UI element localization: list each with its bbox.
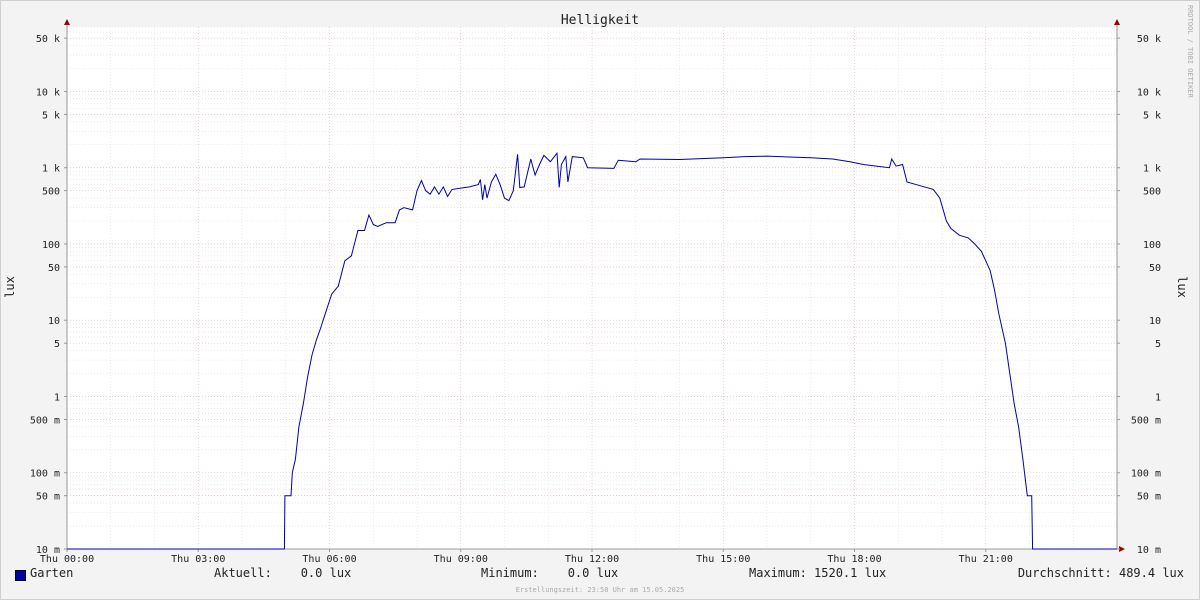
x-tick-label: Thu 03:00 [171, 554, 225, 565]
y-tick-label-right: 5 [1155, 339, 1161, 350]
legend-durchschnitt: Durchschnitt: 489.4 lux [1017, 566, 1184, 580]
y-tick-label: 10 k [36, 87, 60, 98]
y-tick-label: 50 k [36, 34, 60, 45]
y-tick-label: 1 k [42, 164, 60, 175]
y-tick-label-right: 10 k [1137, 87, 1161, 98]
y-tick-label-right: 10 m [1137, 545, 1161, 556]
y-tick-label: 100 [42, 240, 60, 251]
y-tick-label-right: 50 [1149, 263, 1161, 274]
y-tick-label-right: 500 m [1131, 415, 1161, 426]
y-tick-label: 100 m [30, 469, 60, 480]
y-tick-label-right: 100 m [1131, 469, 1161, 480]
chart-title: Helligkeit [561, 13, 639, 28]
x-tick-label: Thu 00:00 [40, 554, 94, 565]
y-tick-label: 50 [48, 263, 60, 274]
y-tick-label-right: 1 k [1143, 164, 1161, 175]
y-tick-label: 5 k [42, 110, 60, 121]
y-tick-label: 500 m [30, 415, 60, 426]
legend-aktuell: Aktuell: 0.0 lux [214, 566, 352, 580]
x-tick-label: Thu 18:00 [827, 554, 881, 565]
y-tick-label: 500 [42, 187, 60, 198]
x-tick-label: Thu 09:00 [434, 554, 488, 565]
y-tick-label-right: 5 k [1143, 110, 1161, 121]
y-tick-label: 50 m [36, 492, 60, 503]
y-axis-arrow-left [64, 19, 70, 25]
legend-minimum: Minimum: 0.0 lux [481, 566, 619, 580]
helligkeit-chart: 50 k 50 k 10 k 10 k 5 k 5 k 1 k 1 k 500 500 100 100… [3, 5, 1194, 594]
y-tick-label-right: 500 [1143, 187, 1161, 198]
x-tick-label: Thu 21:00 [959, 554, 1013, 565]
x-tick-label: Thu 12:00 [565, 554, 619, 565]
y-axis-label-right: lux [1175, 276, 1189, 298]
x-tick-label: Thu 06:00 [302, 554, 356, 565]
y-tick-label-right: 1 [1155, 392, 1161, 403]
y-tick-label: 1 [54, 392, 60, 403]
creation-time-footer: Erstellungszeit: 23:58 Uhr am 15.05.2025 [516, 586, 685, 594]
legend-series-label: Garten [30, 566, 74, 580]
y-tick-label: 10 [48, 316, 60, 327]
y-tick-label-right: 50 m [1137, 492, 1161, 503]
legend-maximum: Maximum: 1520.1 lux [749, 566, 887, 580]
rrdtool-watermark: RRDTOOL / TOBI OETIKER [1186, 5, 1194, 99]
legend-swatch-garten [15, 570, 26, 581]
y-tick-label-right: 10 [1149, 316, 1161, 327]
y-axis-label-left: lux [3, 276, 17, 298]
y-tick-label-right: 100 [1143, 240, 1161, 251]
x-tick-label: Thu 15:00 [696, 554, 750, 565]
y-axis-arrow-right [1114, 19, 1120, 25]
y-tick-label-right: 50 k [1137, 34, 1161, 45]
y-tick-label: 5 [54, 339, 60, 350]
